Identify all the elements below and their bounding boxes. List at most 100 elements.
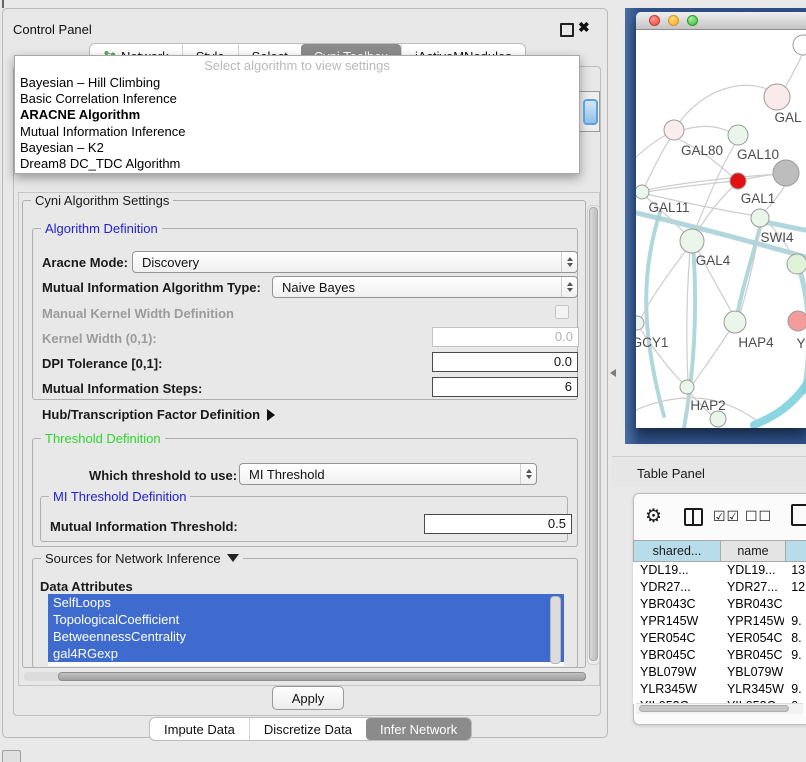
network-edge[interactable] (644, 136, 672, 188)
algorithm-option-dream8-dc-tdc-algorithm[interactable]: Dream8 DC_TDC Algorithm (15, 156, 579, 172)
minimize-traffic-light-icon[interactable] (668, 15, 679, 26)
network-window[interactable]: GALGAL80GAL10GAL1GAL11GAL4SWI4GCY1HAP4YH… (636, 12, 806, 428)
network-node-gal80[interactable] (664, 120, 684, 140)
table-row[interactable]: YDL19...YDL19...13 (633, 562, 806, 579)
network-node-gal4[interactable] (680, 229, 704, 253)
network-node[interactable] (793, 35, 806, 55)
column-header-shared[interactable]: shared... (633, 540, 721, 562)
table-panel-header: Table Panel (612, 456, 806, 487)
deselect-all-columns-icon[interactable]: ☐☐ (745, 508, 772, 525)
algorithm-option-mutual-information-inference[interactable]: Mutual Information Inference (15, 124, 579, 140)
manual-kernel-width-label: Manual Kernel Width Definition (42, 306, 234, 321)
table-row[interactable]: YBL079WYBL079W (633, 664, 806, 681)
tab-impute-data[interactable]: Impute Data (150, 718, 249, 740)
network-edge[interactable] (784, 52, 803, 89)
focused-spinner-fragment[interactable] (583, 99, 598, 125)
network-node-gal[interactable] (764, 84, 790, 110)
network-graph[interactable]: GALGAL80GAL10GAL1GAL11GAL4SWI4GCY1HAP4YH… (636, 29, 806, 428)
algorithm-option-bayesian-hill-climbing[interactable]: Bayesian – Hill Climbing (15, 75, 579, 91)
attributes-list-scrollbar[interactable] (550, 596, 561, 664)
attribute-item-gal4rgexp[interactable]: gal4RGexp (48, 645, 564, 662)
close-traffic-light-icon[interactable] (649, 15, 660, 26)
mi-algorithm-type-value: Naive Bayes (273, 280, 561, 295)
network-edge[interactable] (801, 274, 806, 392)
algorithm-option-bayesian-k2[interactable]: Bayesian – K2 (15, 140, 579, 156)
table-cell: YBR045C (633, 647, 720, 664)
network-node-hap4[interactable] (724, 311, 746, 333)
network-node[interactable] (730, 173, 746, 189)
network-edge[interactable] (676, 126, 734, 134)
table-row[interactable]: YBR043CYBR043C (633, 596, 806, 613)
attribute-item-betweennesscentrality[interactable]: BetweennessCentrality (48, 628, 564, 645)
network-node-gcy1[interactable] (636, 316, 644, 330)
algorithm-option-basic-correlation-inference[interactable]: Basic Correlation Inference (15, 91, 579, 107)
network-edge[interactable] (676, 85, 776, 127)
network-node-swi4[interactable] (787, 254, 806, 274)
algorithm-definition-title: Algorithm Definition (41, 221, 162, 236)
kernel-width-label: Kernel Width (0,1): (42, 331, 157, 346)
split-columns-icon[interactable] (684, 508, 703, 526)
network-edge[interactable] (754, 382, 806, 425)
network-edge[interactable] (693, 330, 730, 384)
table-cell: 9. (784, 647, 806, 664)
tab-infer-network[interactable]: Infer Network (366, 718, 471, 740)
which-threshold-combobox[interactable]: MI Threshold (239, 463, 537, 485)
spinner-arrows-icon[interactable] (561, 277, 577, 297)
bottom-left-button[interactable] (2, 750, 21, 762)
table-cell: YBR045C (720, 647, 784, 664)
table-row[interactable]: YBR045CYBR045C9. (633, 647, 806, 664)
spinner-arrows-icon[interactable] (561, 252, 577, 272)
hub-definition-toggle[interactable]: Hub/Transcription Factor Definition (42, 407, 275, 422)
network-window-titlebar[interactable] (636, 12, 806, 30)
mi-steps-field[interactable]: 6 (432, 377, 578, 397)
tab-discretize-data[interactable]: Discretize Data (249, 718, 366, 740)
table-cell: YBR043C (720, 596, 784, 613)
table-row[interactable]: YDR27...YDR27...12 (633, 579, 806, 596)
table-row[interactable]: YLR345WYLR345W9. (633, 681, 806, 698)
select-all-columns-icon[interactable]: ☑☑ (713, 508, 740, 525)
data-attributes-list[interactable]: SelfLoopsTopologicalCoefficientBetweenne… (48, 594, 564, 666)
settings-vertical-scrollbar[interactable] (587, 205, 600, 665)
network-node-hap2[interactable] (680, 380, 694, 394)
column-header-name[interactable]: name (721, 540, 786, 562)
mi-algorithm-type-combobox[interactable]: Naive Bayes (272, 276, 578, 298)
aracne-mode-combobox[interactable]: Discovery (132, 251, 578, 273)
algorithm-option-aracne-algorithm[interactable]: ARACNE Algorithm (15, 107, 579, 123)
edge-artifact (2, 0, 4, 8)
dpi-tolerance-field[interactable]: 0.0 (432, 352, 578, 372)
network-node[interactable] (710, 411, 726, 427)
table-cell: YPR145W (720, 613, 784, 630)
mi-threshold-field[interactable]: 0.5 (424, 514, 572, 534)
apply-button[interactable]: Apply (272, 686, 344, 710)
table-row[interactable]: YPR145WYPR145W9. (633, 613, 806, 630)
panel-splitter-arrow[interactable] (610, 369, 616, 377)
network-edge[interactable] (646, 212, 664, 416)
cyni-mode-tabbar: Impute DataDiscretize DataInfer Network (149, 717, 472, 741)
close-icon[interactable]: ✖ (578, 19, 590, 36)
network-edge[interactable] (687, 250, 690, 382)
zoom-traffic-light-icon[interactable] (687, 15, 698, 26)
manual-kernel-width-checkbox[interactable] (555, 305, 569, 319)
table-horizontal-scrollbar[interactable] (636, 703, 803, 714)
network-node-gal11[interactable] (636, 185, 649, 199)
network-node[interactable] (773, 160, 799, 186)
algorithm-dropdown-prompt: Select algorithm to view settings (15, 56, 579, 75)
kernel-width-field[interactable]: 0.0 (432, 327, 579, 347)
table-row[interactable]: YER054CYER054C8. (633, 630, 806, 647)
settings-horizontal-scrollbar[interactable] (24, 672, 584, 681)
table-cell: YPR145W (633, 613, 720, 630)
table-cell (784, 596, 806, 613)
table-cell: YLR345W (720, 681, 784, 698)
network-node-gal1[interactable] (751, 209, 769, 227)
spinner-arrows-icon[interactable] (520, 464, 536, 484)
attribute-item-selfloops[interactable]: SelfLoops (48, 594, 564, 611)
new-table-icon[interactable] (791, 504, 806, 526)
network-node-gal10[interactable] (728, 125, 748, 145)
sources-title[interactable]: Sources for Network Inference (41, 551, 243, 566)
attribute-item-topologicalcoefficient[interactable]: TopologicalCoefficient (48, 611, 564, 628)
network-node-label: GAL (774, 110, 802, 125)
column-header-clipped[interactable] (786, 540, 806, 562)
gear-icon[interactable]: ⚙ (645, 505, 662, 528)
float-window-icon[interactable] (560, 23, 574, 37)
network-node-y[interactable] (788, 311, 806, 331)
